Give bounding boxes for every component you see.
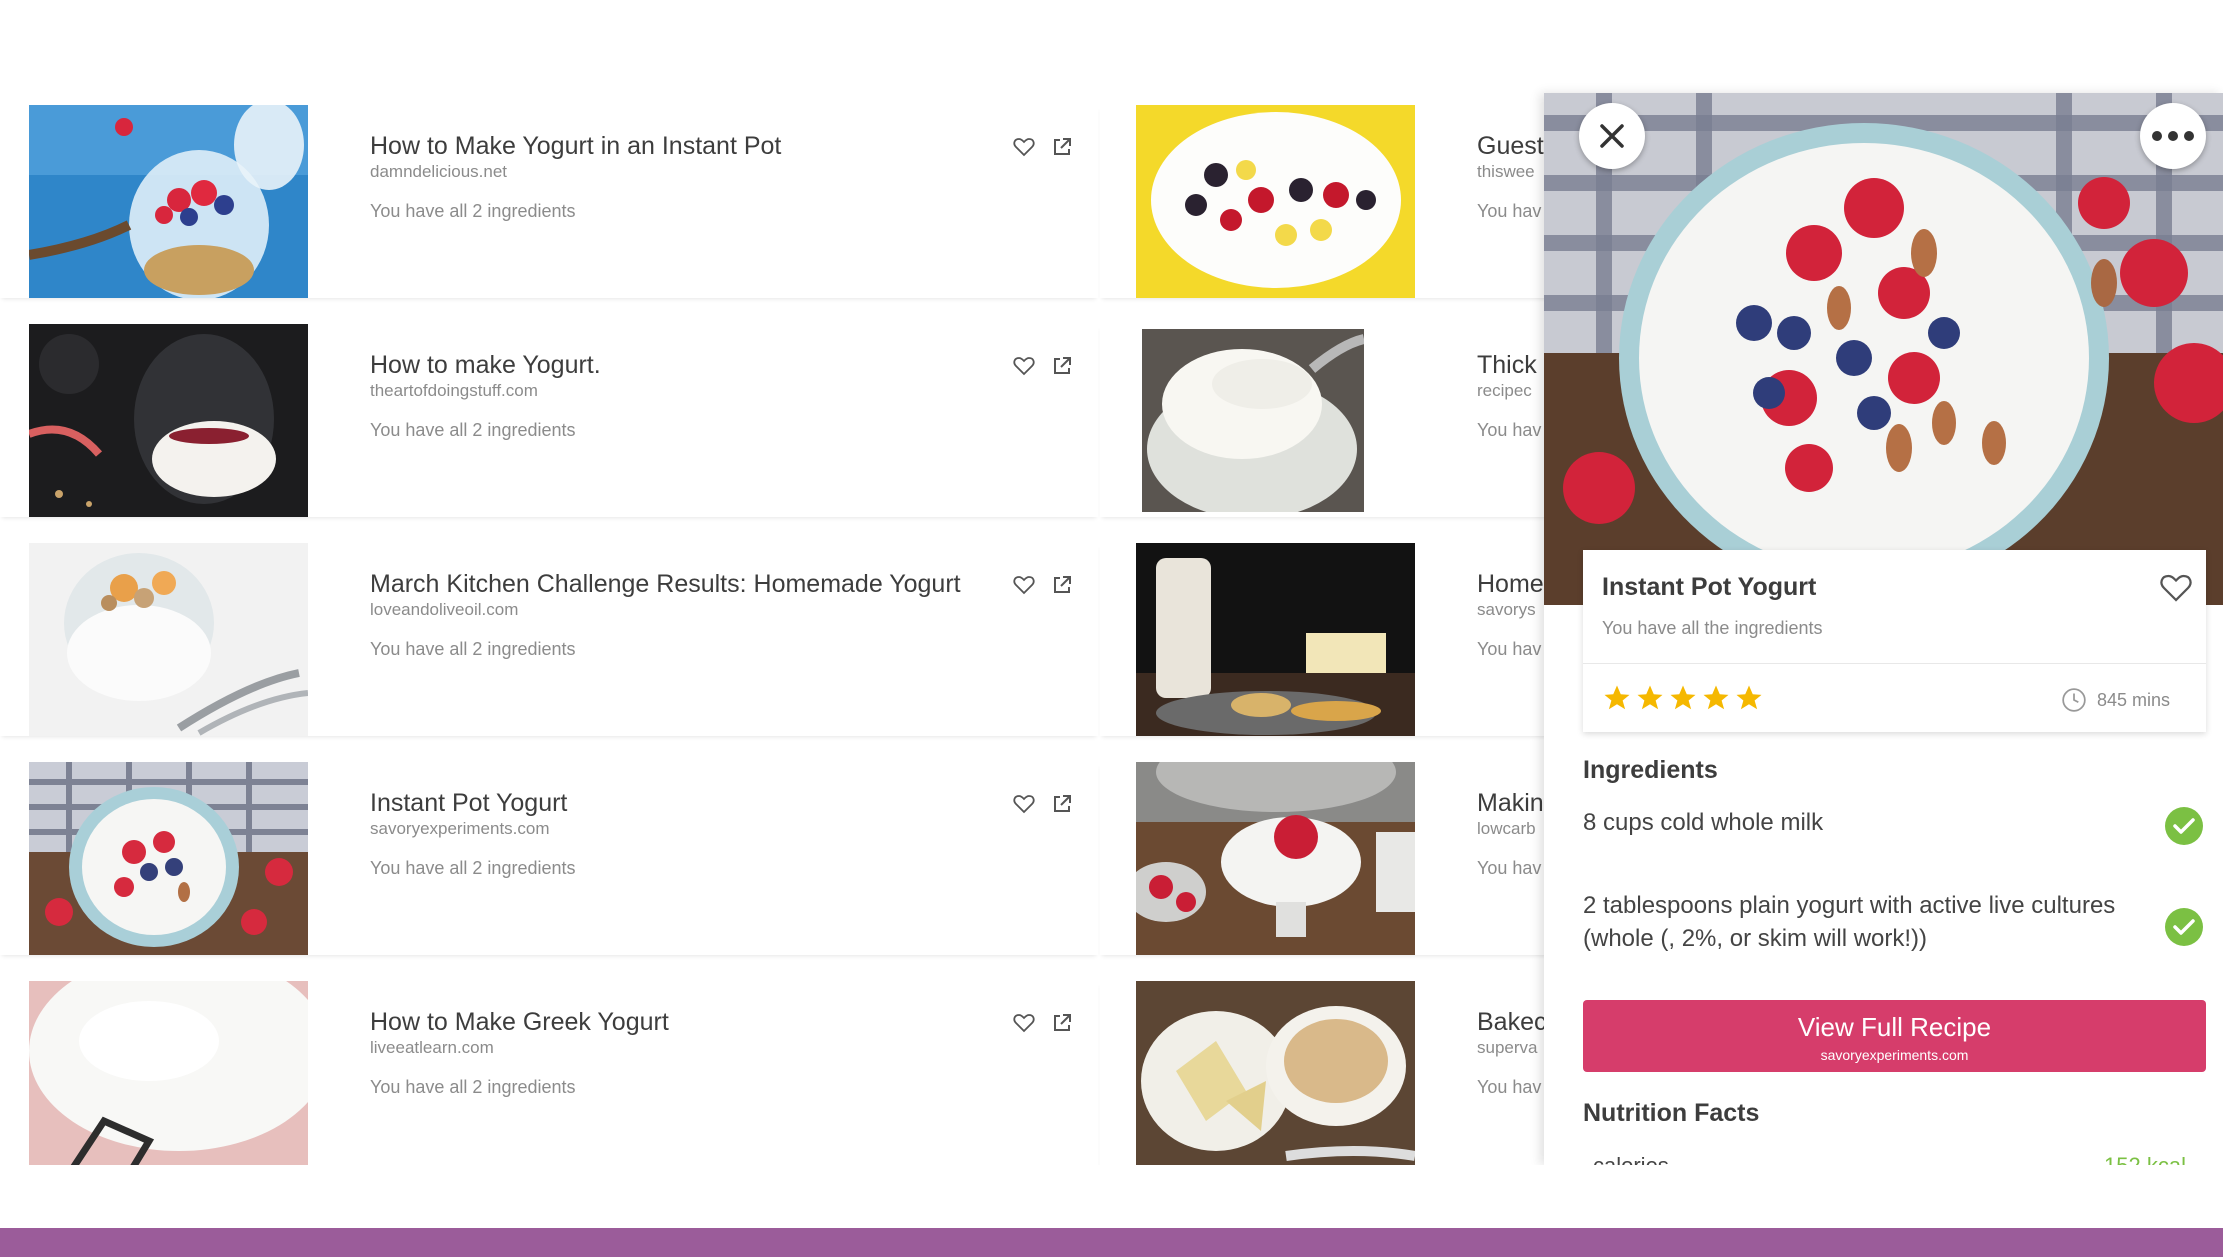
ingredient-match-text: You have all 2 ingredients bbox=[370, 420, 576, 440]
ingredient-text: 8 cups cold whole milk bbox=[1583, 809, 1824, 836]
ingredient-match-text: You hav bbox=[1477, 1077, 1542, 1097]
recipe-thumbnail[interactable] bbox=[1142, 329, 1364, 512]
cook-time: 845 mins bbox=[2061, 687, 2170, 713]
recipe-title[interactable]: How to make Yogurt. bbox=[370, 351, 601, 380]
recipe-source: recipec bbox=[1477, 381, 1532, 400]
cta-source: savoryexperiments.com bbox=[1820, 1047, 1969, 1063]
nutrition-heading: Nutrition Facts bbox=[1583, 1099, 1760, 1127]
recipe-title[interactable]: How to Make Yogurt in an Instant Pot bbox=[370, 132, 781, 161]
recipe-thumbnail[interactable] bbox=[1136, 981, 1415, 1165]
close-button[interactable] bbox=[1579, 103, 1645, 169]
recipe-thumbnail[interactable] bbox=[29, 981, 308, 1165]
recipe-source: liveeatlearn.com bbox=[370, 1038, 494, 1057]
star-icon bbox=[1637, 685, 1663, 710]
ingredient-match-text: You have all 2 ingredients bbox=[370, 1077, 576, 1097]
recipe-results-list: How to Make Yogurt in an Instant Pot dam… bbox=[0, 0, 2223, 1165]
cook-time-value: 845 mins bbox=[2097, 689, 2171, 710]
more-icon bbox=[2152, 131, 2194, 141]
heart-icon[interactable] bbox=[1012, 1011, 1036, 1035]
recipe-source: theartofdoingstuff.com bbox=[370, 381, 538, 400]
recipe-title[interactable]: Thick bbox=[1477, 351, 1537, 380]
recipe-thumbnail[interactable] bbox=[29, 762, 308, 955]
ingredient-item: 8 cups cold whole milk bbox=[1583, 806, 1823, 839]
ingredient-status: You have all the ingredients bbox=[1602, 618, 1823, 638]
check-icon bbox=[2164, 806, 2204, 846]
view-full-recipe-button[interactable]: View Full Recipe savoryexperiments.com bbox=[1583, 1000, 2206, 1072]
heart-icon[interactable] bbox=[2158, 570, 2194, 606]
recipe-source: superva bbox=[1477, 1038, 1538, 1057]
bottom-bar bbox=[0, 1228, 2223, 1257]
star-icon bbox=[1736, 685, 1762, 710]
recipe-title[interactable]: How to Make Greek Yogurt bbox=[370, 1008, 669, 1037]
recipe-card[interactable]: How to make Yogurt. theartofdoingstuff.c… bbox=[0, 324, 1098, 517]
recipe-detail-title: Instant Pot Yogurt bbox=[1602, 573, 1817, 601]
heart-icon[interactable] bbox=[1012, 573, 1036, 597]
ingredient-match-text: You hav bbox=[1477, 201, 1542, 221]
heart-icon[interactable] bbox=[1012, 354, 1036, 378]
recipe-source: thiswee bbox=[1477, 162, 1535, 181]
recipe-title[interactable]: Instant Pot Yogurt bbox=[370, 789, 567, 818]
recipe-thumbnail[interactable] bbox=[1136, 105, 1415, 298]
close-icon bbox=[1600, 124, 1624, 148]
recipe-thumbnail[interactable] bbox=[1136, 762, 1415, 955]
star-icon bbox=[1604, 685, 1630, 710]
ingredient-match-text: You have all 2 ingredients bbox=[370, 858, 576, 878]
ingredient-match-text: You hav bbox=[1477, 639, 1542, 659]
ingredient-match-text: You have all 2 ingredients bbox=[370, 639, 576, 659]
recipe-card[interactable]: Instant Pot Yogurt savoryexperiments.com… bbox=[0, 762, 1098, 955]
recipe-title[interactable]: March Kitchen Challenge Results: Homemad… bbox=[370, 570, 961, 599]
recipe-card[interactable]: March Kitchen Challenge Results: Homemad… bbox=[0, 543, 1098, 736]
recipe-thumbnail[interactable] bbox=[1136, 543, 1415, 736]
recipe-source: damndelicious.net bbox=[370, 162, 508, 181]
divider bbox=[1583, 663, 2206, 664]
rating-stars bbox=[1602, 683, 1764, 713]
external-link-icon[interactable] bbox=[1050, 573, 1074, 597]
recipe-thumbnail[interactable] bbox=[29, 324, 308, 517]
recipe-hero-image bbox=[1544, 93, 2223, 605]
recipe-thumbnail[interactable] bbox=[29, 543, 308, 736]
recipe-title[interactable]: Makin bbox=[1477, 789, 1544, 818]
star-icon bbox=[1703, 685, 1729, 710]
recipe-card[interactable]: How to Make Yogurt in an Instant Pot dam… bbox=[0, 105, 1098, 298]
heart-icon[interactable] bbox=[1012, 135, 1036, 159]
ingredient-text: 2 tablespoons plain yogurt with active l… bbox=[1583, 892, 2116, 919]
recipe-source: savorys bbox=[1477, 600, 1536, 619]
recipe-source: lowcarb bbox=[1477, 819, 1536, 838]
cta-label: View Full Recipe bbox=[1797, 1012, 1992, 1042]
check-icon bbox=[2164, 907, 2204, 947]
recipe-detail-panel: Instant Pot Yogurt You have all the ingr… bbox=[1544, 93, 2223, 1165]
recipe-source: savoryexperiments.com bbox=[370, 819, 550, 838]
ingredient-text-cont: (whole (, 2%, or skim will work!)) bbox=[1583, 925, 1928, 952]
heart-icon[interactable] bbox=[1012, 792, 1036, 816]
ingredient-item: 2 tablespoons plain yogurt with active l… bbox=[1583, 889, 2115, 955]
nutrition-value: 152 kcal bbox=[2104, 1153, 2186, 1165]
recipe-title[interactable]: Home bbox=[1477, 570, 1544, 599]
external-link-icon[interactable] bbox=[1050, 354, 1074, 378]
recipe-summary-card: Instant Pot Yogurt You have all the ingr… bbox=[1583, 550, 2206, 732]
ingredient-match-text: You hav bbox=[1477, 420, 1542, 440]
recipe-source: loveandoliveoil.com bbox=[370, 600, 519, 619]
nutrition-label: calories bbox=[1593, 1153, 1669, 1165]
ingredient-match-text: You have all 2 ingredients bbox=[370, 201, 576, 221]
external-link-icon[interactable] bbox=[1050, 792, 1074, 816]
ingredient-match-text: You hav bbox=[1477, 858, 1542, 878]
recipe-title[interactable]: Bakec bbox=[1477, 1008, 1546, 1037]
recipe-card[interactable]: How to Make Greek Yogurt liveeatlearn.co… bbox=[0, 981, 1098, 1165]
clock-icon bbox=[2062, 688, 2086, 712]
external-link-icon[interactable] bbox=[1050, 1011, 1074, 1035]
nutrition-row: calories 152 kcal bbox=[1583, 1148, 2206, 1165]
ingredients-heading: Ingredients bbox=[1583, 756, 1718, 784]
star-icon bbox=[1670, 685, 1696, 710]
recipe-thumbnail[interactable] bbox=[29, 105, 308, 298]
external-link-icon[interactable] bbox=[1050, 135, 1074, 159]
more-options-button[interactable] bbox=[2140, 103, 2206, 169]
recipe-title[interactable]: Guest bbox=[1477, 132, 1544, 161]
